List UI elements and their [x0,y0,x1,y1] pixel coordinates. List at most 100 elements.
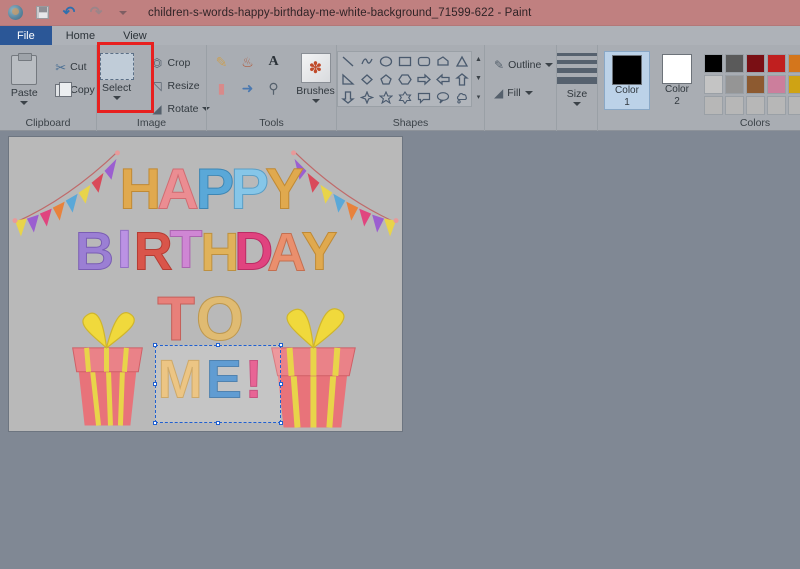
fill-dropdown-icon[interactable] [524,91,533,95]
save-icon[interactable] [33,4,51,22]
palette-swatch-2-0[interactable] [704,96,723,115]
selection-handle-ne[interactable] [279,343,283,347]
outline-dropdown-icon[interactable] [545,63,554,67]
text-tool-icon[interactable]: A [261,49,287,75]
shape-rectangle[interactable] [395,52,414,70]
shape-hexagon[interactable] [395,70,414,88]
rotate-label: Rotate [167,103,199,115]
shape-four-point-star[interactable] [357,88,376,106]
color-picker-tool-icon[interactable]: ➜ [235,75,261,101]
palette-swatch-1-1[interactable] [725,75,744,94]
shape-right-arrow[interactable] [414,70,433,88]
shape-five-point-star[interactable] [376,88,395,106]
outline-label: Outline [508,59,542,71]
selection-handle-s[interactable] [216,421,220,425]
paint-bucket-icon: ◢ [494,86,504,100]
shapes-scroll-down-icon[interactable]: ▼ [473,70,484,87]
fill-button[interactable]: ◢ Fill [491,83,536,103]
palette-swatch-0-2[interactable] [746,54,765,73]
brushes-dropdown-icon[interactable] [311,99,320,103]
selection-rectangle-icon [99,53,134,80]
ribbon-group-shapes: ▲ ▼ ▾ Shapes [336,45,484,131]
palette-swatch-2-2[interactable] [746,96,765,115]
palette-swatch-2-1[interactable] [725,96,744,115]
shapes-scroll-up-icon[interactable]: ▲ [473,51,484,68]
redo-icon[interactable]: ↷ [87,4,105,22]
group-label-tools: Tools [259,117,284,129]
shape-left-arrow[interactable] [433,70,452,88]
resize-label: Resize [167,80,200,92]
shape-polygon[interactable] [433,52,452,70]
shape-oval-callout[interactable] [433,88,452,106]
paste-button[interactable]: Paste [0,53,50,105]
tab-home[interactable]: Home [52,26,109,45]
shape-rounded-rectangle[interactable] [414,52,433,70]
paint-logo-icon[interactable] [6,4,24,22]
shape-curve[interactable] [357,52,376,70]
brush-icon: ✽ [300,53,331,83]
window-title: children-s-words-happy-birthday-me-white… [148,6,532,19]
selection-handle-se[interactable] [279,421,283,425]
palette-swatch-0-1[interactable] [725,54,744,73]
magnifier-tool-icon[interactable]: ⚲ [261,75,287,101]
palette-swatch-1-4[interactable] [788,75,800,94]
selection-handle-n[interactable] [216,343,220,347]
palette-swatch-2-4[interactable] [788,96,800,115]
palette-swatch-1-2[interactable] [746,75,765,94]
svg-text:H: H [119,158,161,222]
tab-view[interactable]: View [109,26,161,45]
selection-handle-sw[interactable] [153,421,157,425]
palette-swatch-0-0[interactable] [704,54,723,73]
ribbon-group-image: Select ⏣ Crop ◹ Resize ◢ Rotate Image [96,45,211,131]
select-button[interactable]: Select [90,51,144,100]
shapes-scrollbar[interactable]: ▲ ▼ ▾ [473,51,484,105]
palette-swatch-0-3[interactable] [767,54,786,73]
shape-rounded-callout[interactable] [414,88,433,106]
svg-text:B: B [75,221,114,281]
shape-down-arrow[interactable] [338,88,357,106]
canvas-workspace[interactable]: H A P P Y B I R T H D A Y T O M E ! [0,131,800,569]
palette-swatch-0-4[interactable] [788,54,800,73]
shape-pentagon[interactable] [376,70,395,88]
color-palette[interactable] [704,54,800,115]
shape-right-triangle[interactable] [338,70,357,88]
shape-up-arrow[interactable] [452,70,471,88]
selection-handle-nw[interactable] [153,343,157,347]
selection-handle-e[interactable] [279,382,283,386]
customize-qat-icon[interactable] [114,4,132,22]
color-2-label-line2: 2 [674,96,680,107]
color-1-label-line1: Color [615,85,639,96]
pencil-tool-icon[interactable]: ✎ [209,49,235,75]
shape-oval[interactable] [376,52,395,70]
color-2-button[interactable]: Color 2 [654,51,700,108]
palette-swatch-2-3[interactable] [767,96,786,115]
selection-handle-w[interactable] [153,382,157,386]
ribbon-group-size: Size [556,45,597,131]
color-1-button[interactable]: Color 1 [604,51,650,110]
fill-with-color-tool-icon[interactable]: ♨ [235,49,261,75]
shape-triangle[interactable] [452,52,471,70]
shape-diamond[interactable] [357,70,376,88]
color-1-swatch [612,55,642,85]
svg-text:Y: Y [301,221,337,281]
select-dropdown-icon[interactable] [112,96,121,100]
shape-six-point-star[interactable] [395,88,414,106]
paste-dropdown-icon[interactable] [20,101,29,105]
size-preview-icon[interactable] [557,53,597,84]
selection-marquee[interactable] [153,343,283,425]
eraser-tool-icon[interactable]: ▮ [209,75,235,101]
undo-icon[interactable]: ↶ [60,4,78,22]
drawing-canvas[interactable]: H A P P Y B I R T H D A Y T O M E ! [8,136,403,432]
tab-file[interactable]: File [0,26,52,45]
outline-button[interactable]: ✎ Outline [491,55,556,75]
shape-cloud-callout[interactable] [452,88,471,106]
palette-swatch-1-3[interactable] [767,75,786,94]
size-dropdown-icon[interactable] [573,102,581,106]
paste-label: Paste [10,87,38,99]
crop-label: Crop [167,57,191,69]
palette-swatch-1-0[interactable] [704,75,723,94]
shape-line[interactable] [338,52,357,70]
brushes-button[interactable]: ✽ Brushes [293,51,339,103]
scissors-icon: ✂ [55,59,67,75]
shapes-more-icon[interactable]: ▾ [473,88,484,105]
